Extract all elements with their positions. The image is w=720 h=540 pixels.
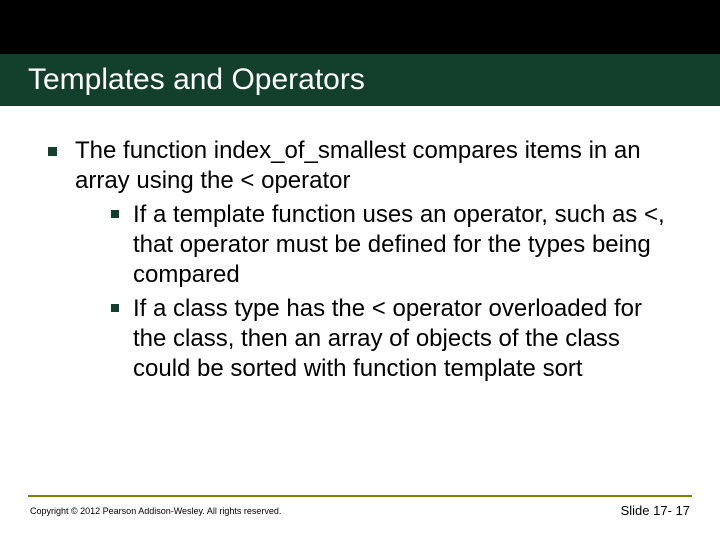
title-bar: Templates and Operators xyxy=(0,54,720,106)
sub-bullet-list: If a template function uses an operator,… xyxy=(75,200,678,384)
sub-bullet2-text: If a class type has the < operator overl… xyxy=(133,294,678,384)
slide-number: Slide 17- 17 xyxy=(621,503,690,518)
footer-divider xyxy=(28,495,692,497)
top-strip xyxy=(0,0,720,54)
bullet-level1: The function index_of_smallest compares … xyxy=(48,136,678,388)
footer-row: Copyright © 2012 Pearson Addison-Wesley.… xyxy=(0,503,720,518)
square-bullet-icon xyxy=(111,210,119,218)
bullet1-container: The function index_of_smallest compares … xyxy=(75,136,678,388)
footer: Copyright © 2012 Pearson Addison-Wesley.… xyxy=(0,495,720,518)
sub-bullet1-text: If a template function uses an operator,… xyxy=(133,200,678,290)
bullet1-text: The function index_of_smallest compares … xyxy=(75,137,641,194)
copyright-text: Copyright © 2012 Pearson Addison-Wesley.… xyxy=(30,506,281,516)
bullet-level2: If a template function uses an operator,… xyxy=(111,200,678,290)
square-bullet-icon xyxy=(48,147,57,156)
slide-title: Templates and Operators xyxy=(28,63,365,97)
square-bullet-icon xyxy=(111,304,119,312)
bullet-level2: If a class type has the < operator overl… xyxy=(111,294,678,384)
slide-body: The function index_of_smallest compares … xyxy=(0,106,720,388)
slide: Templates and Operators The function ind… xyxy=(0,0,720,540)
